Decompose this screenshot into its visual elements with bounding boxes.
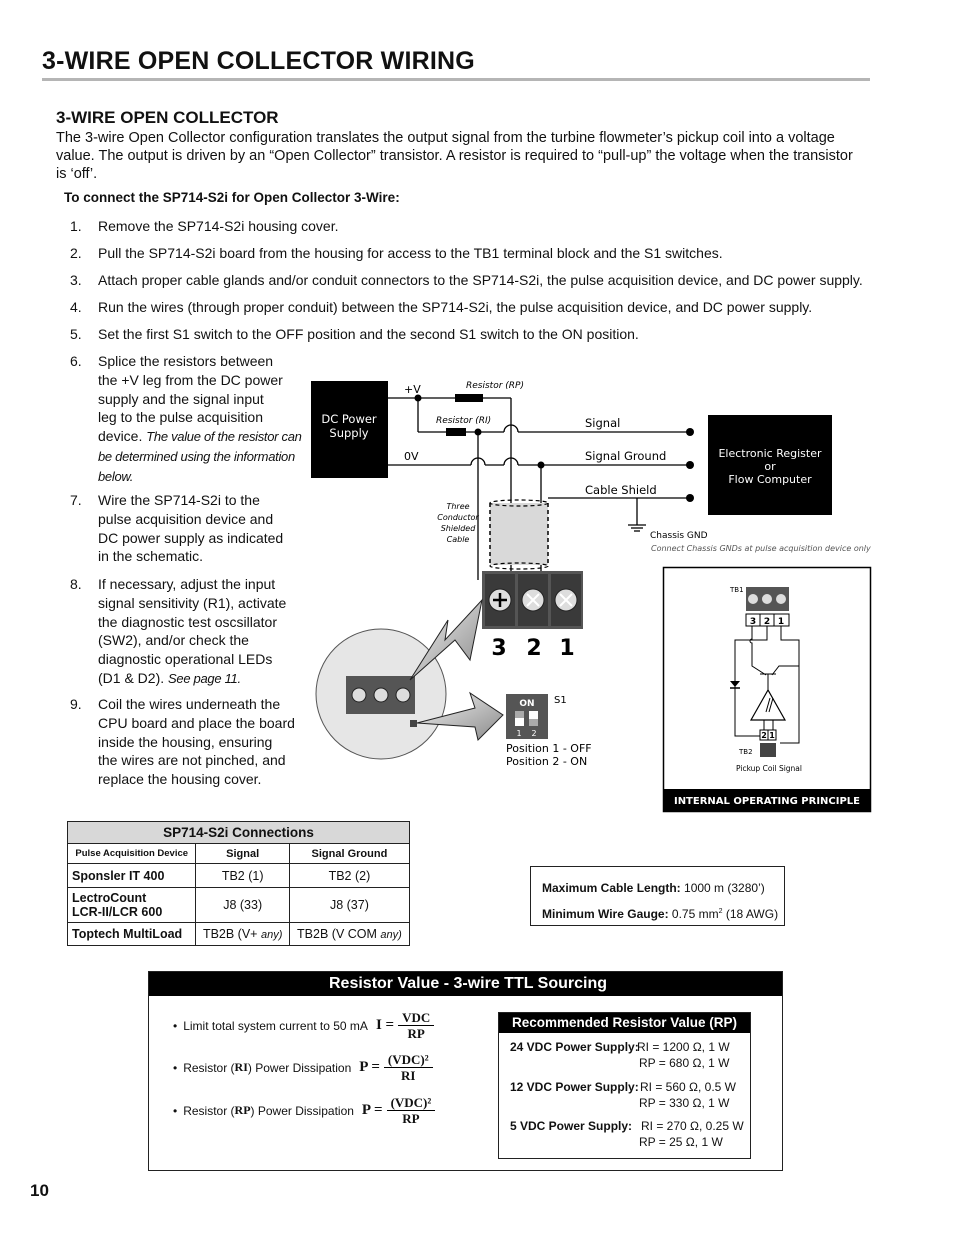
rec-ri-5v: RI = 270 Ω, 0.25 W xyxy=(641,1119,744,1133)
rec-rp-24v: RP = 680 Ω, 1 W xyxy=(639,1056,730,1070)
signal-cell: TB2B (V+ any) xyxy=(195,922,290,946)
switch-number: 2 xyxy=(531,729,536,738)
rec-rp-12v: RP = 330 Ω, 1 W xyxy=(639,1096,730,1110)
table-row: LectroCount LCR-II/LCR 600 J8 (33) J8 (37… xyxy=(66,887,411,923)
resistor-rp-symbol xyxy=(455,394,483,402)
tb2-pin: 2 xyxy=(761,731,767,740)
register-label: or xyxy=(764,460,776,473)
column-header: Signal Ground xyxy=(288,843,411,864)
dc-supply-label: Supply xyxy=(329,426,368,440)
terminal-dot xyxy=(686,428,694,436)
rec-ri-24v: RI = 1200 Ω, 1 W xyxy=(637,1040,730,1054)
max-cable-value: 1000 m (3280’) xyxy=(684,881,765,895)
terminal-number: 1 xyxy=(559,636,574,661)
connections-table: SP714-S2i Connections Pulse Acquisition … xyxy=(66,821,411,946)
table-row: Toptech MultiLoad TB2B (V+ any) TB2B (V … xyxy=(66,922,411,946)
table-caption: SP714-S2i Connections xyxy=(67,821,410,844)
junction-dot xyxy=(537,461,545,469)
column-header: Signal xyxy=(195,843,290,864)
rec-row-24v: 24 VDC Power Supply: xyxy=(510,1040,639,1054)
min-gauge-label: Minimum Wire Gauge: xyxy=(542,907,669,921)
register-label: Electronic Register xyxy=(718,447,821,460)
recommended-title: Recommended Resistor Value (RP) xyxy=(499,1013,750,1033)
formula-rp-power: • Resistor (RP) Power Dissipation P = (V… xyxy=(173,1095,436,1126)
device-cell: Sponsler IT 400 xyxy=(66,863,197,888)
max-cable-label: Maximum Cable Length: xyxy=(542,881,681,895)
rec-ri-12v: RI = 560 Ω, 0.5 W xyxy=(640,1080,737,1094)
switch-number: 1 xyxy=(516,729,521,738)
internal-principle-caption: INTERNAL OPERATING PRINCIPLE xyxy=(674,796,860,807)
cable-label: Cable xyxy=(447,535,470,544)
ground-cell: TB2 (2) xyxy=(288,863,411,888)
chassis-gnd-label: Chassis GND xyxy=(650,531,708,541)
signal-cell: TB2 (1) xyxy=(195,863,290,888)
cable-shield-label: Cable Shield xyxy=(585,483,657,497)
position-1-label: Position 1 - OFF xyxy=(506,742,592,755)
cable-specs-box: Maximum Cable Length: 1000 m (3280’) Min… xyxy=(530,866,785,926)
ground-cell: J8 (37) xyxy=(288,887,411,923)
terminal-block-large xyxy=(482,571,583,629)
position-2-label: Position 2 - ON xyxy=(506,755,587,768)
ground-cell: TB2B (V COM any) xyxy=(288,922,411,946)
tb1-block xyxy=(746,587,789,611)
resistor-panel-title: Resistor Value - 3-wire TTL Sourcing xyxy=(149,972,782,996)
tb1-pin: 1 xyxy=(778,617,784,627)
signal-ground-label: Signal Ground xyxy=(585,449,666,463)
chassis-note: Connect Chassis GNDs at pulse acquisitio… xyxy=(651,544,871,553)
resistor-ri-label: Resistor (RI) xyxy=(436,416,491,426)
junction-dot xyxy=(414,394,422,402)
page-number: 10 xyxy=(30,1181,49,1200)
terminal-dot xyxy=(686,494,694,502)
device-cell: Toptech MultiLoad xyxy=(66,922,197,946)
resistor-rp-label: Resistor (RP) xyxy=(466,381,524,391)
switch-on-label: ON xyxy=(519,699,534,709)
plus-v-label: +V xyxy=(404,383,421,396)
cable-label: Conductor xyxy=(437,513,479,522)
zero-v-label: 0V xyxy=(404,450,419,463)
wiring-diagram: DC Power Supply +V 0V Resistor (RP) Resi… xyxy=(311,381,872,813)
terminal-block-small xyxy=(346,676,415,714)
s1-switch-small xyxy=(410,720,417,727)
tb1-pin: 2 xyxy=(764,617,770,627)
tb2-pin: 1 xyxy=(769,731,775,740)
switch-name: S1 xyxy=(554,695,567,706)
table-row: Sponsler IT 400 TB2 (1) TB2 (2) xyxy=(66,863,411,888)
rec-rp-5v: RP = 25 Ω, 1 W xyxy=(639,1135,723,1149)
rec-row-5v: 5 VDC Power Supply: xyxy=(510,1119,633,1133)
device-cell: LectroCount LCR-II/LCR 600 xyxy=(66,887,197,923)
tb1-label: TB1 xyxy=(729,586,744,594)
zoom-arrow-terminal xyxy=(409,598,483,681)
signal-cell: J8 (33) xyxy=(195,887,290,923)
tb2-label: TB2 xyxy=(738,748,753,756)
cable-label: Shielded xyxy=(441,524,477,533)
formula-ri-power: • Resistor (RI) Power Dissipation P = (V… xyxy=(173,1052,433,1083)
junction-dot xyxy=(474,428,482,436)
dc-supply-label: DC Power xyxy=(321,412,377,426)
terminal-number: 2 xyxy=(526,636,541,661)
signal-label: Signal xyxy=(585,416,620,430)
recommended-resistor-box: Recommended Resistor Value (RP) 24 VDC P… xyxy=(498,1012,751,1159)
tb2-block xyxy=(760,743,776,757)
resistor-ri-symbol xyxy=(446,428,466,436)
terminal-number: 3 xyxy=(491,636,506,661)
shielded-cable xyxy=(490,503,548,565)
pickup-coil-label: Pickup Coil Signal xyxy=(736,764,802,773)
rec-row-12v: 12 VDC Power Supply: xyxy=(510,1080,639,1094)
register-label: Flow Computer xyxy=(728,473,812,486)
tb1-pin: 3 xyxy=(750,617,756,627)
terminal-dot xyxy=(686,461,694,469)
column-header: Pulse Acquisition Device xyxy=(66,843,197,864)
cable-label: Three xyxy=(446,502,469,511)
formula-current: • Limit total system current to 50 mA I … xyxy=(173,1010,435,1041)
min-gauge-value: 0.75 mm2 (18 AWG) xyxy=(671,907,779,921)
